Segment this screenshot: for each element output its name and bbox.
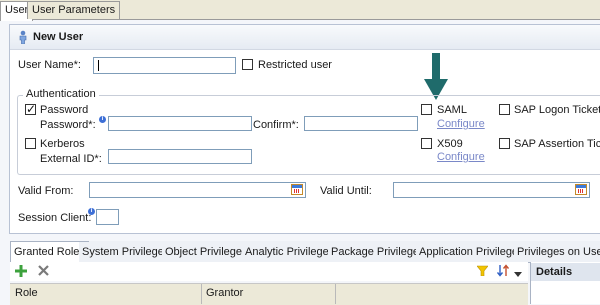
text-cursor [98, 60, 99, 71]
filter-icon[interactable] [476, 265, 489, 277]
calendar-icon[interactable] [575, 184, 587, 195]
tab-system-privileges[interactable]: System Privileges [79, 242, 174, 262]
confirm-label: Confirm*: [253, 119, 299, 131]
valid-until-label: Valid Until: [320, 185, 372, 197]
column-header-grantor[interactable]: Grantor [206, 287, 243, 299]
saml-label: SAML [437, 104, 467, 116]
authentication-group [17, 95, 600, 175]
chevron-down-icon[interactable] [514, 268, 522, 277]
tab-privileges-on-users[interactable]: Privileges on Users [514, 242, 600, 262]
column-header-role[interactable]: Role [15, 287, 38, 299]
sap-logon-ticket-label: SAP Logon Ticket [514, 104, 600, 116]
column-divider [335, 284, 336, 304]
remove-icon[interactable] [38, 265, 49, 276]
add-icon[interactable] [15, 265, 27, 277]
restricted-user-checkbox[interactable] [242, 59, 253, 70]
kerberos-checkbox[interactable] [25, 138, 36, 149]
roles-table-header [10, 283, 528, 305]
kerberos-label: Kerberos [40, 138, 85, 150]
password-input[interactable] [108, 116, 252, 131]
password-checkbox[interactable] [25, 102, 36, 116]
info-icon: i [99, 116, 106, 123]
panel-header [10, 25, 600, 50]
user-name-label: User Name*: [18, 59, 81, 71]
details-title: Details [536, 266, 573, 278]
info-icon: i [88, 208, 95, 215]
x509-configure-link[interactable]: Configure [437, 151, 485, 163]
tab-analytic-privileges[interactable]: Analytic Privileges [242, 242, 339, 262]
session-client-label: Session Client: [18, 212, 92, 224]
sap-assertion-ticket-label: SAP Assertion Ticket [514, 138, 600, 150]
valid-from-input[interactable] [89, 182, 306, 198]
external-id-input[interactable] [108, 149, 252, 164]
confirm-input[interactable] [304, 116, 418, 131]
column-divider [201, 284, 202, 304]
arrow-down-icon [424, 53, 448, 101]
sap-logon-ticket-checkbox[interactable] [499, 104, 510, 115]
page-title: New User [33, 31, 84, 43]
tab-application-privileges[interactable]: Application Privileges [416, 242, 528, 262]
authentication-legend: Authentication [23, 88, 99, 100]
sort-icon[interactable] [496, 264, 510, 277]
saml-configure-link[interactable]: Configure [437, 118, 485, 130]
tab-granted-roles[interactable]: Granted Roles [10, 241, 89, 263]
tab-user-parameters[interactable]: User Parameters [27, 1, 121, 19]
valid-until-input[interactable] [393, 182, 590, 198]
valid-from-label: Valid From: [18, 185, 74, 197]
password-label: Password*: [40, 119, 96, 131]
external-id-label: External ID*: [40, 153, 102, 165]
sap-assertion-ticket-checkbox[interactable] [499, 138, 510, 149]
password-option-label: Password [40, 104, 89, 116]
user-name-input[interactable] [93, 57, 236, 74]
calendar-icon[interactable] [291, 184, 303, 195]
session-client-input[interactable] [96, 209, 119, 225]
x509-checkbox[interactable] [421, 138, 432, 149]
saml-checkbox[interactable] [421, 104, 432, 115]
x509-label: X509 [437, 138, 463, 150]
restricted-user-label: Restricted user [258, 59, 332, 71]
person-icon [18, 30, 28, 45]
tab-package-privileges[interactable]: Package Privileges [328, 242, 429, 262]
tab-object-privileges[interactable]: Object Privileges [162, 242, 252, 262]
roles-toolbar [10, 262, 528, 281]
